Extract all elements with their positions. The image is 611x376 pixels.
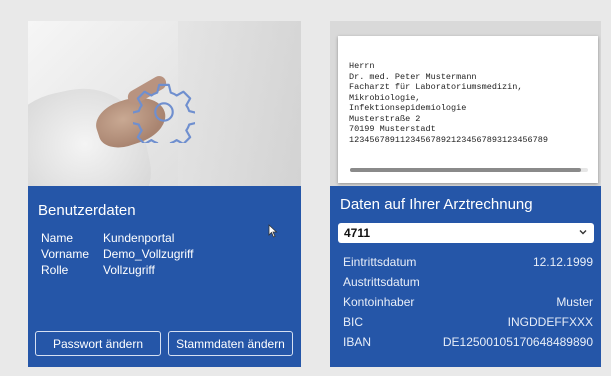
address-line: 70199 Musterstadt: [349, 124, 436, 134]
invoice-data-card: Herrn Dr. med. Peter Mustermann Facharzt f…: [330, 21, 601, 367]
name-label: Name: [41, 231, 74, 245]
entry-date-value: 12.12.1999: [532, 255, 593, 269]
change-master-data-button[interactable]: Stammdaten ändern: [168, 331, 293, 356]
info-row-first-name: Vorname Demo_Vollzugriff: [41, 246, 194, 262]
address-line: Infektionsepidemiologie: [349, 103, 467, 113]
address-line: Herrn: [349, 61, 375, 71]
address-block: Herrn Dr. med. Peter Mustermann Facharzt f…: [349, 61, 594, 145]
scrollbar-thumb[interactable]: [350, 168, 581, 172]
first-name-label: Vorname: [41, 247, 90, 261]
photo-shirt: [178, 21, 301, 186]
bic-value: INGDDEFFXXX: [507, 315, 593, 329]
name-value: Kundenportal: [103, 231, 175, 245]
account-holder-value: Muster: [556, 295, 593, 309]
address-line: 123456789112345678921234567893123456789: [349, 134, 548, 145]
invoice-data-panel: Daten auf Ihrer Arztrechnung 4711 Eintri…: [330, 186, 601, 367]
address-line: Musterstraße 2: [349, 113, 421, 124]
info-row-role: Rolle Vollzugriff: [41, 262, 194, 278]
role-label: Rolle: [41, 263, 69, 277]
row-exit-date: Austrittsdatum: [343, 272, 593, 292]
iban-value: DE12500105170648489890: [442, 335, 593, 349]
user-info-list: Name Kundenportal Vorname Demo_Vollzugri…: [41, 230, 194, 278]
change-password-button[interactable]: Passwort ändern: [35, 331, 161, 356]
info-row-name: Name Kundenportal: [41, 230, 194, 246]
invoice-data-title: Daten auf Ihrer Arztrechnung: [340, 196, 533, 213]
bic-label: BIC: [343, 315, 364, 329]
role-value: Vollzugriff: [103, 263, 155, 277]
gear-icon: [133, 83, 195, 143]
first-name-value: Demo_Vollzugriff: [103, 247, 194, 261]
invoice-data-list: Eintrittsdatum 12.12.1999 Austrittsdatum…: [343, 252, 593, 352]
user-data-card: Benutzerdaten Name Kundenportal Vorname …: [28, 21, 301, 367]
address-line: Mikrobiologie,: [349, 92, 421, 103]
mouse-cursor-icon: [268, 224, 278, 238]
horizontal-scrollbar[interactable]: [350, 168, 588, 172]
entry-date-label: Eintrittsdatum: [343, 255, 417, 269]
address-line: Facharzt für Laboratoriumsmedizin,: [349, 82, 523, 92]
chevron-down-icon: [579, 230, 587, 235]
hand-touching-gear-photo: [28, 21, 301, 186]
address-line: Dr. med. Peter Mustermann: [349, 71, 477, 82]
row-account-holder: Kontoinhaber Muster: [343, 292, 593, 312]
row-bic: BIC INGDDEFFXXX: [343, 312, 593, 332]
user-data-panel: Benutzerdaten Name Kundenportal Vorname …: [28, 186, 301, 367]
user-data-title: Benutzerdaten: [38, 202, 136, 219]
row-entry-date: Eintrittsdatum 12.12.1999: [343, 252, 593, 272]
letter-preview-area: Herrn Dr. med. Peter Mustermann Facharzt f…: [330, 21, 601, 186]
select-value: 4711: [344, 226, 371, 240]
row-iban: IBAN DE12500105170648489890: [343, 332, 593, 352]
account-holder-label: Kontoinhaber: [343, 295, 415, 309]
address-letter-preview[interactable]: Herrn Dr. med. Peter Mustermann Facharzt f…: [338, 36, 598, 183]
iban-label: IBAN: [343, 335, 372, 349]
exit-date-label: Austrittsdatum: [343, 275, 420, 289]
patient-number-select[interactable]: 4711: [338, 223, 594, 243]
